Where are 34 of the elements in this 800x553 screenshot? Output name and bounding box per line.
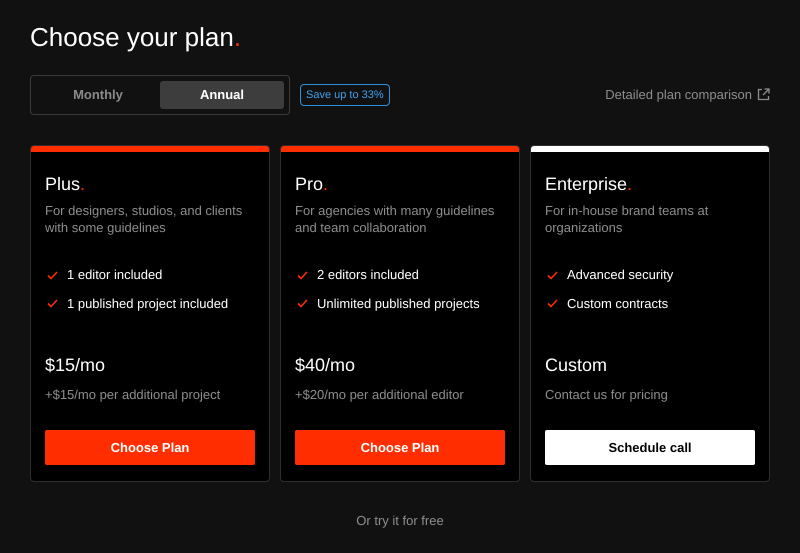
- plan-price: Custom: [545, 354, 608, 378]
- choose-plan-button[interactable]: Choose Plan: [295, 430, 505, 465]
- feature-text: 1 published project included: [67, 294, 228, 313]
- price-note: +$20/mo per additional editor: [295, 386, 465, 404]
- page-title: Choose your plan.: [30, 22, 242, 54]
- feature-text: Advanced security: [567, 266, 674, 284]
- plan-price: $15/mo: [45, 354, 106, 378]
- plan-description: For in-house brand teams at organizations: [545, 203, 710, 237]
- choose-plan-button[interactable]: Choose Plan: [45, 430, 255, 465]
- external-link-icon: [757, 88, 770, 102]
- check-icon: [47, 270, 58, 280]
- price-note: +$15/mo per additional project: [45, 386, 222, 404]
- price-note: Contact us for pricing: [545, 386, 669, 404]
- feature-text: Unlimited published projects: [317, 294, 480, 313]
- check-icon: [547, 299, 558, 308]
- check-icon: [47, 299, 58, 308]
- plan-name: Pro.: [295, 174, 330, 196]
- billing-tab[interactable]: Monthly: [36, 81, 160, 109]
- plan-name: Plus.: [45, 174, 86, 196]
- plan-description: For agencies with many guidelines and team collaboration: [295, 203, 496, 237]
- plan-description: For designers, studios, and clients with some guidelines: [45, 203, 244, 237]
- check-icon: [547, 270, 558, 280]
- comparison-link[interactable]: Detailed plan comparison: [605, 85, 770, 105]
- savings-badge: Save up to 33%: [300, 84, 390, 106]
- free-trial-link[interactable]: Or try it for free: [356, 512, 444, 528]
- check-icon: [297, 299, 308, 308]
- billing-tab[interactable]: Annual: [160, 81, 284, 109]
- plan-name: Enterprise.: [545, 174, 634, 196]
- feature-text: 2 editors included: [317, 266, 419, 284]
- check-icon: [297, 270, 308, 280]
- choose-plan-button[interactable]: Schedule call: [545, 430, 755, 465]
- plan-price: $40/mo: [295, 354, 356, 378]
- feature-text: Custom contracts: [567, 294, 668, 313]
- feature-text: 1 editor included: [67, 266, 162, 284]
